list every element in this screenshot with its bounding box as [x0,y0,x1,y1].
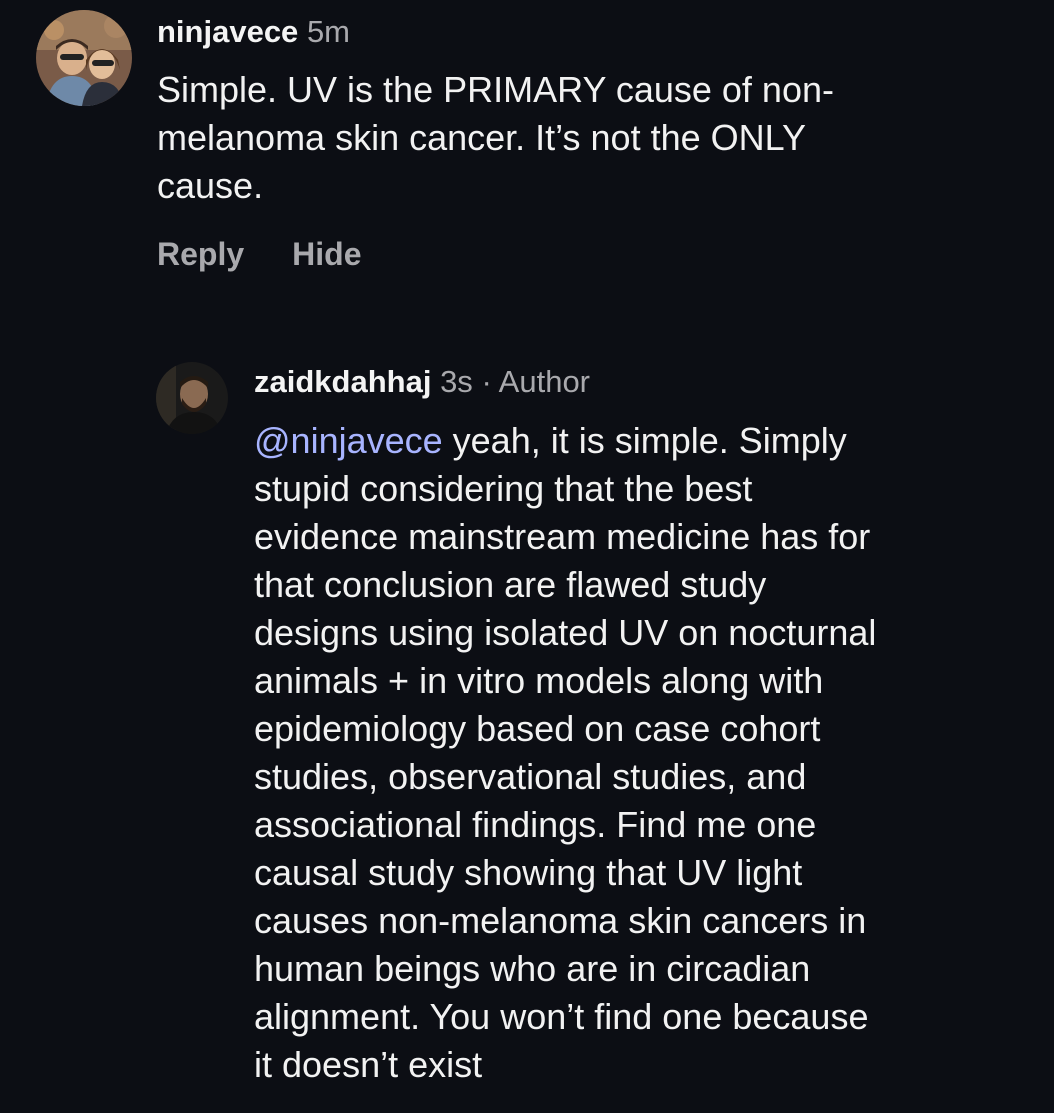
comment-text: @ninjavece yeah, it is simple. Simply st… [254,417,1044,1089]
username[interactable]: zaidkdahhaj [254,364,431,399]
separator-dot: · [481,364,492,399]
comment-header: zaidkdahhaj 3s · Author [254,362,590,402]
avatar-ninjavece[interactable] [36,10,132,106]
mention-link[interactable]: @ninjavece [254,420,443,461]
reply-button[interactable]: Reply [157,236,244,272]
comment-body: yeah, it is simple. Simply stupid consid… [254,420,877,1085]
profile-photo-icon [156,362,228,434]
username[interactable]: ninjavece [157,14,298,49]
comment-header: ninjavece 5m [157,12,350,52]
author-badge: Author [498,364,591,399]
comment-body: Simple. UV is the PRIMARY cause of non- … [157,69,834,206]
hide-button[interactable]: Hide [292,236,361,272]
timestamp: 5m [306,14,351,49]
comment-text: Simple. UV is the PRIMARY cause of non- … [157,66,997,210]
comment-actions: Reply Hide [157,230,361,278]
avatar-zaidkdahhaj[interactable] [156,362,228,434]
timestamp: 3s [440,364,473,399]
profile-photo-icon [36,10,132,106]
